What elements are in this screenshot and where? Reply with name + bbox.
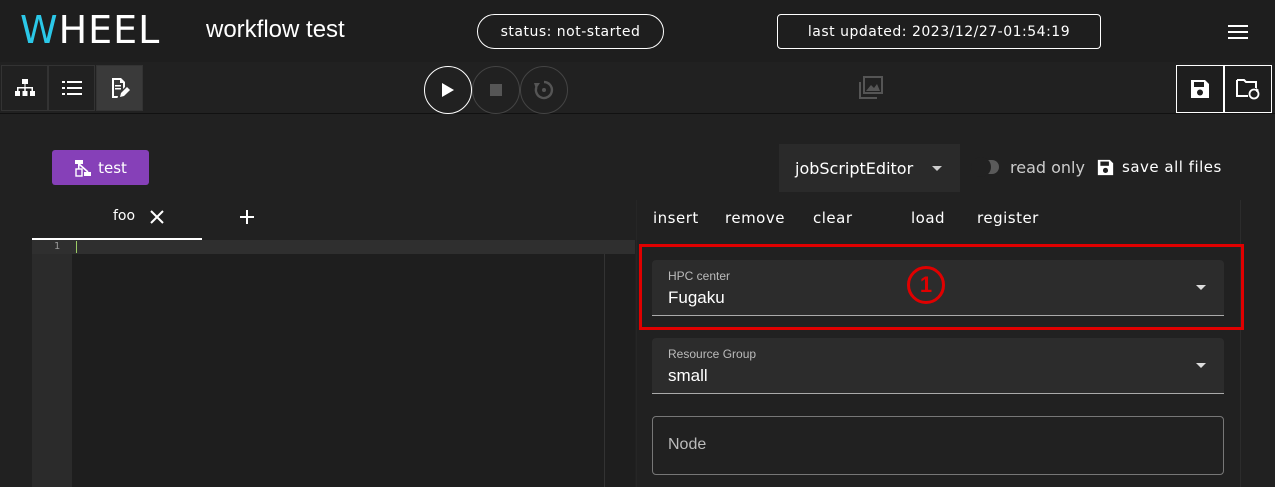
plus-icon [240, 210, 254, 224]
toolbar [0, 62, 1275, 114]
last-updated-display: last updated: 2023/12/27-01:54:19 [777, 14, 1101, 49]
hpc-center-value: Fugaku [668, 288, 725, 307]
task-component-icon [75, 159, 92, 177]
node-placeholder: Node [668, 436, 707, 453]
component-name: test [98, 158, 127, 177]
play-icon [442, 83, 454, 97]
text-cursor [76, 241, 77, 253]
read-only-toggle[interactable] [971, 157, 999, 177]
load-button[interactable]: load [911, 209, 945, 227]
project-files-button[interactable] [1224, 65, 1272, 113]
folder-sync-icon [1236, 79, 1260, 100]
reset-button[interactable] [520, 66, 568, 114]
code-editor[interactable]: 1 [32, 240, 635, 487]
file-edit-icon [111, 78, 130, 98]
reset-icon [534, 80, 554, 100]
save-all-files-label: save all files [1122, 158, 1222, 176]
graph-view-button[interactable] [1, 65, 48, 111]
close-icon[interactable] [142, 202, 172, 232]
dropdown-arrow-icon [932, 166, 942, 171]
logo-accent-letter: W [20, 8, 59, 52]
project-title: workflow test [206, 16, 345, 43]
save-all-files-button[interactable]: save all files [1097, 158, 1222, 176]
save-button[interactable] [1176, 65, 1224, 113]
remove-button[interactable]: remove [725, 209, 785, 227]
floppy-disk-icon [1191, 80, 1209, 98]
list-view-button[interactable] [48, 65, 95, 111]
line-number: 1 [53, 241, 60, 252]
toggle-knob [971, 157, 991, 177]
resource-group-label: Resource Group [668, 347, 757, 361]
editor-mode-select[interactable]: jobScriptEditor [779, 144, 960, 192]
add-tab-button[interactable] [230, 200, 264, 234]
editor-mode-value: jobScriptEditor [795, 158, 914, 178]
floppy-disk-icon [1097, 159, 1114, 175]
register-button[interactable]: register [977, 209, 1039, 227]
file-tab-label: foo [113, 208, 136, 224]
print-margin [604, 254, 605, 487]
list-icon [61, 81, 82, 95]
app-header: WHEEL workflow test status: not-started … [0, 0, 1275, 62]
dropdown-arrow-icon [1196, 285, 1206, 290]
read-only-label: read only [1010, 158, 1085, 177]
editor-view-button[interactable] [96, 65, 143, 111]
component-chip[interactable]: test [52, 150, 149, 185]
resource-group-select[interactable]: Resource Group small [652, 338, 1224, 394]
status-badge: status: not-started [477, 14, 664, 49]
wheel-logo: WHEEL [20, 10, 160, 50]
hpc-center-label: HPC center [668, 269, 731, 283]
stop-button[interactable] [472, 66, 520, 114]
dropdown-arrow-icon [1196, 363, 1206, 368]
annotation-marker: 1 [907, 266, 945, 304]
image-gallery-icon[interactable] [858, 76, 884, 104]
resource-group-value: small [668, 366, 708, 385]
sitemap-icon [14, 79, 35, 96]
panel-divider [636, 200, 637, 487]
insert-button[interactable]: insert [653, 209, 699, 227]
stop-icon [490, 84, 502, 96]
run-button[interactable] [424, 66, 472, 114]
panel-border [1240, 200, 1241, 487]
node-field[interactable]: Node [652, 416, 1224, 475]
file-tab-foo[interactable]: foo [32, 200, 202, 240]
clear-button[interactable]: clear [813, 209, 853, 227]
editor-gutter [32, 240, 72, 487]
logo-text: HEEL [58, 8, 161, 52]
hamburger-menu-icon[interactable] [1222, 20, 1254, 44]
current-line-highlight [32, 240, 635, 254]
